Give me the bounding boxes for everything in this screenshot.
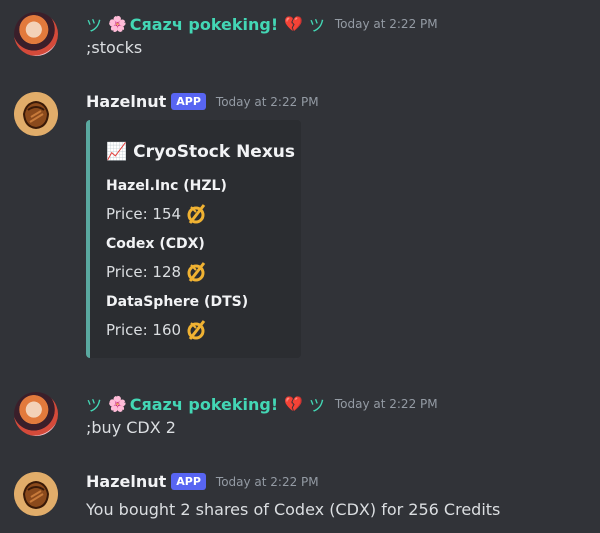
stock-embed: 📈 CryoStock Nexus Hazel.Inc (HZL) Price:… [86,120,301,358]
message-content: ;buy CDX 2 [86,418,176,437]
bot-avatar[interactable] [14,472,58,516]
message-header: ツ 🌸 Cяazч pokeking! 💔 ツ Today at 2:22 PM [86,12,438,36]
username[interactable]: Cяazч pokeking! [130,395,278,414]
stock-name: Codex (CDX) [106,236,205,252]
username-prefix: ツ [86,16,103,35]
message-content: You bought 2 shares of Codex (CDX) for 2… [86,500,501,519]
cherry-blossom-icon: 🌸 [108,15,127,33]
timestamp[interactable]: Today at 2:22 PM [335,17,438,31]
stock-price: Price: 128 [106,261,208,283]
message-header: ツ 🌸 Cяazч pokeking! 💔 ツ Today at 2:22 PM [86,392,438,416]
credit-coin-icon [187,320,206,340]
bot-avatar[interactable] [14,92,58,136]
user-avatar[interactable] [14,392,58,436]
embed-title-text: CryoStock Nexus [133,142,296,162]
timestamp[interactable]: Today at 2:22 PM [216,475,319,489]
app-badge: APP [171,473,206,490]
embed-title: 📈 CryoStock Nexus [106,142,295,162]
username-suffix: ツ [308,16,325,35]
username[interactable]: Hazelnut [86,472,166,491]
timestamp[interactable]: Today at 2:22 PM [335,397,438,411]
message-header: Hazelnut APP Today at 2:22 PM [86,92,319,111]
stock-price-text: Price: 128 [106,263,182,281]
credit-coin-icon [187,262,206,282]
stock-price: Price: 154 [106,203,208,225]
timestamp[interactable]: Today at 2:22 PM [216,95,319,109]
credit-coin-icon [187,204,206,224]
username-suffix: ツ [308,396,325,415]
username[interactable]: Cяazч pokeking! [130,15,278,34]
stock-name: DataSphere (DTS) [106,294,249,310]
stock-price: Price: 160 [106,319,208,341]
chart-increasing-icon: 📈 [106,142,128,162]
message-header: Hazelnut APP Today at 2:22 PM [86,472,319,491]
user-avatar[interactable] [14,12,58,56]
stock-price-text: Price: 154 [106,205,182,223]
stock-name: Hazel.Inc (HZL) [106,178,227,194]
broken-heart-icon: 💔 [284,15,303,33]
app-badge: APP [171,93,206,110]
hazelnut-icon [14,472,58,516]
username-prefix: ツ [86,396,103,415]
stock-price-text: Price: 160 [106,321,182,339]
cherry-blossom-icon: 🌸 [108,395,127,413]
hazelnut-icon [14,92,58,136]
broken-heart-icon: 💔 [284,395,303,413]
username[interactable]: Hazelnut [86,92,166,111]
message-content: ;stocks [86,38,143,57]
